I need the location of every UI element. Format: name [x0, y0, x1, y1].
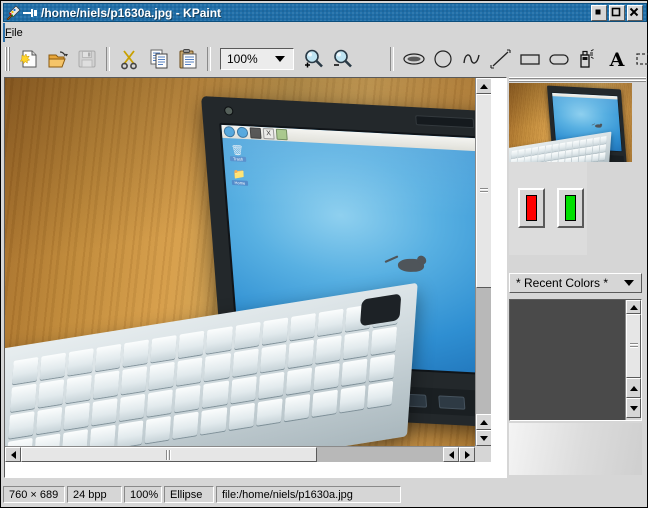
photo-viewport[interactable]: X 🗑 Trash 📁 Home	[5, 78, 491, 462]
hscroll-left-button[interactable]	[443, 447, 459, 462]
active-tool: Ellipse	[164, 486, 214, 503]
main-toolbar: 100% A	[3, 43, 648, 75]
scrollbar-corner	[475, 446, 491, 462]
screen-glare	[221, 124, 491, 219]
sticky-pin-icon[interactable]	[23, 7, 37, 19]
dock-grip[interactable]	[509, 77, 646, 82]
curve-icon[interactable]	[458, 46, 485, 72]
vertical-scrollbar[interactable]	[475, 78, 491, 462]
horizontal-scrollbar[interactable]	[5, 446, 491, 462]
rc-scroll-up-top-button[interactable]	[626, 300, 641, 314]
floppy-disk-icon[interactable]	[73, 46, 100, 72]
open-folder-icon[interactable]	[44, 46, 71, 72]
magnifier-minus-icon[interactable]	[328, 46, 355, 72]
magnifier-plus-icon[interactable]	[299, 46, 326, 72]
toolbar-grip[interactable]	[5, 47, 11, 71]
zoom-level-value: 100%	[227, 52, 258, 66]
toolbar-separator-2	[207, 47, 211, 71]
scissors-icon[interactable]	[116, 46, 143, 72]
new-document-icon[interactable]	[15, 46, 42, 72]
laptop-on-wooden-desk-photo: X 🗑 Trash 📁 Home	[5, 78, 491, 462]
toolbar-separator-1	[106, 47, 110, 71]
recent-colors-header: * Recent Colors *	[509, 273, 646, 297]
color-depth: 24 bpp	[67, 486, 122, 503]
text-a-icon[interactable]: A	[603, 46, 630, 72]
chevron-down-icon	[275, 56, 285, 62]
chevron-down-icon	[624, 280, 634, 286]
image-dimensions: 760 × 689	[3, 486, 65, 503]
spray-can-icon[interactable]	[574, 46, 601, 72]
vscroll-thumb[interactable]	[476, 94, 491, 288]
menu-bar: File	[3, 23, 647, 42]
title-bar-icons	[4, 5, 37, 20]
line-icon[interactable]	[487, 46, 514, 72]
title-bar[interactable]: /home/niels/p1630a.jpg - KPaint	[3, 3, 647, 22]
zoom-level: 100%	[124, 486, 162, 503]
maximize-button[interactable]	[609, 4, 625, 21]
file-url: file:/home/niels/p1630a.jpg	[216, 486, 401, 503]
window-title: /home/niels/p1630a.jpg - KPaint	[41, 5, 222, 20]
rc-scroll-thumb[interactable]	[626, 314, 641, 378]
hscroll-thumb[interactable]	[21, 447, 317, 462]
minimize-button[interactable]	[591, 4, 607, 21]
zoom-level-combo[interactable]: 100%	[220, 48, 294, 70]
thumb-glare	[552, 92, 619, 115]
right-dock: * Recent Colors *	[509, 77, 646, 478]
color-swatch-pane	[509, 162, 646, 255]
rc-scroll-up-button[interactable]	[626, 378, 641, 398]
dashed-selection-icon[interactable]	[632, 46, 648, 72]
svg-text:A: A	[608, 49, 624, 70]
close-button[interactable]	[627, 4, 643, 21]
recent-colors-scrollbar[interactable]	[625, 300, 641, 420]
vscroll-up-button[interactable]	[476, 414, 491, 430]
background-color-swatch[interactable]	[557, 188, 584, 228]
circle-icon[interactable]	[429, 46, 456, 72]
background-color-fill	[565, 195, 576, 221]
recent-colors-panel[interactable]	[509, 299, 642, 421]
status-bar: 760 × 689 24 bpp 100% Ellipse file:/home…	[3, 485, 647, 504]
kpaint-palette-icon[interactable]	[6, 5, 21, 20]
recent-colors-label: * Recent Colors *	[516, 276, 609, 290]
rectangle-icon[interactable]	[516, 46, 543, 72]
vscroll-down-button[interactable]	[476, 430, 491, 446]
hscroll-left-start-button[interactable]	[5, 447, 21, 462]
dock-filler-area	[509, 423, 642, 475]
clipboard-icon[interactable]	[174, 46, 201, 72]
thumb-rat-icon	[594, 124, 602, 128]
foreground-color-fill	[526, 195, 537, 221]
image-thumbnail-preview[interactable]	[509, 83, 632, 162]
lid-vent-slot	[415, 115, 475, 129]
lid-button-rotate	[438, 394, 466, 410]
webcam-icon	[223, 106, 234, 116]
copy-icon[interactable]	[145, 46, 172, 72]
toolbar-separator-3	[390, 47, 394, 71]
image-canvas[interactable]: X 🗑 Trash 📁 Home	[4, 77, 507, 478]
recent-colors-combo[interactable]: * Recent Colors *	[509, 273, 642, 293]
hscroll-right-button[interactable]	[459, 447, 475, 462]
vscroll-up-top-button[interactable]	[476, 78, 491, 94]
window-controls	[591, 4, 646, 21]
filled-ellipse-icon[interactable]	[400, 46, 427, 72]
kpaint-window: /home/niels/p1630a.jpg - KPaint File 100…	[0, 0, 648, 508]
foreground-color-swatch[interactable]	[518, 188, 545, 228]
rc-scroll-down-button[interactable]	[626, 398, 641, 418]
rat-mouse-icon	[396, 258, 425, 273]
rounded-rectangle-icon[interactable]	[545, 46, 572, 72]
